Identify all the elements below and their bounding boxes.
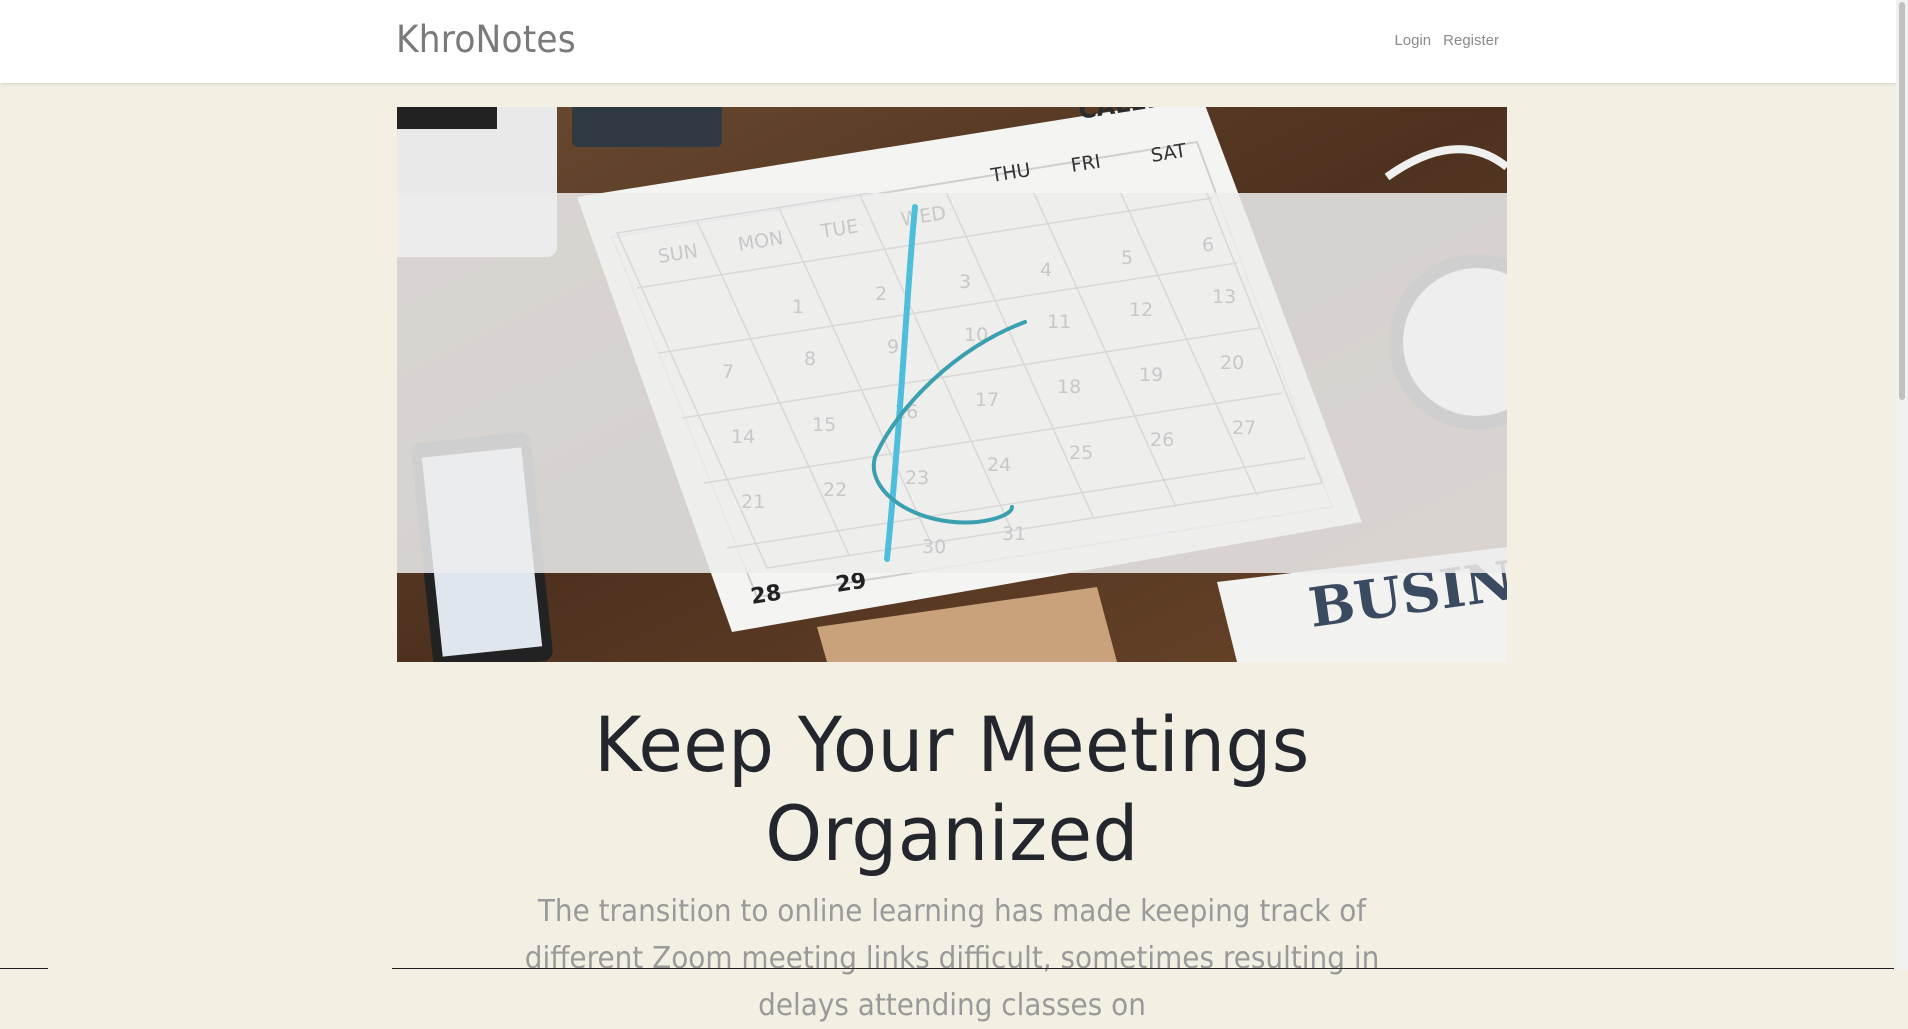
scrollbar-thumb[interactable]: [1899, 2, 1905, 400]
hero-image: CALEND THU FRI SAT 28 29 BUSINE: [397, 107, 1507, 662]
page-headline: Keep Your Meetings Organized: [594, 700, 1310, 878]
intro-paragraph: The transition to online learning has ma…: [524, 894, 1380, 1023]
brand-logo-link[interactable]: KhroNotes: [396, 18, 576, 61]
top-navbar: KhroNotes Login Register: [0, 0, 1908, 83]
k-letter-logo-icon: [871, 204, 1027, 562]
bottom-divider-right: [392, 968, 1894, 969]
register-link[interactable]: Register: [1443, 32, 1499, 49]
page-scrollbar[interactable]: [1896, 0, 1908, 970]
login-link[interactable]: Login: [1394, 32, 1431, 49]
nav-links: Login Register: [1394, 32, 1499, 49]
bottom-divider-left: [0, 968, 48, 969]
